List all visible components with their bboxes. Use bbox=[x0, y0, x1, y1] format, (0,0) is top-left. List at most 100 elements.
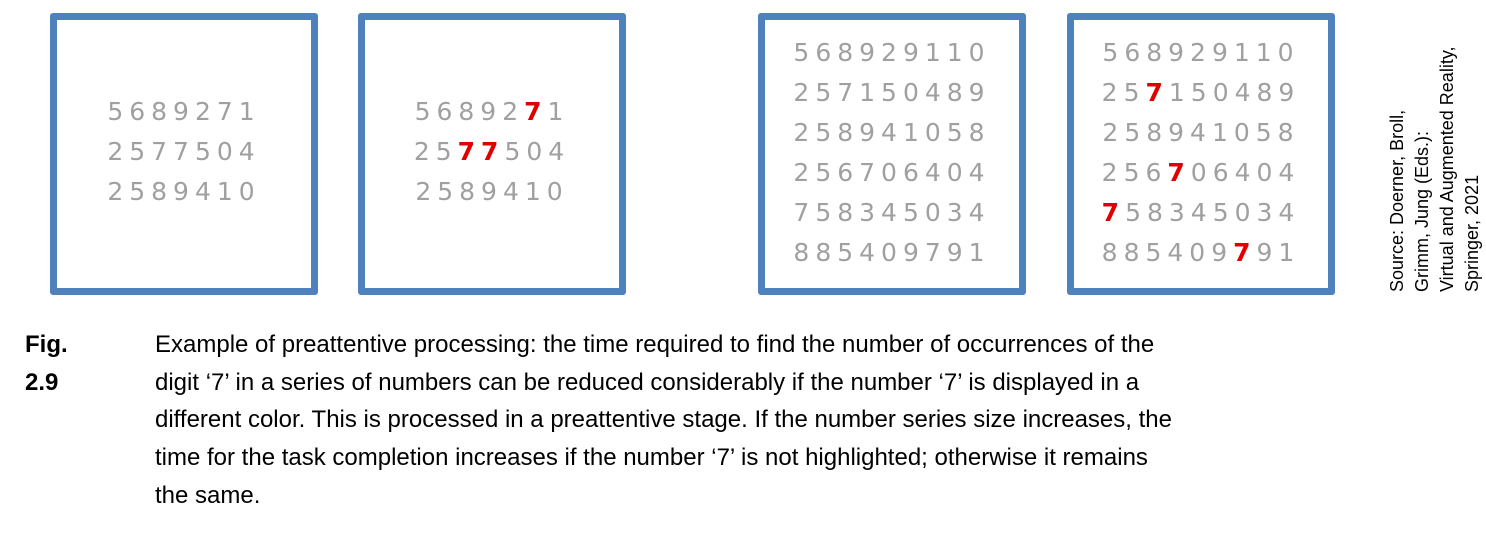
digit: 2 bbox=[1101, 78, 1124, 107]
digit: 4 bbox=[881, 198, 903, 227]
digit: 5 bbox=[815, 158, 838, 187]
digit: 0 bbox=[1212, 78, 1235, 107]
source-line: Springer, 2021 bbox=[1462, 174, 1482, 292]
digit-row: 568929110 bbox=[1074, 33, 1328, 73]
digit: 1 bbox=[1255, 38, 1278, 67]
digit: 1 bbox=[1233, 38, 1256, 67]
digit-row: 5689271 bbox=[365, 92, 619, 132]
source-line: Source: Doerner, Broll, bbox=[1387, 109, 1407, 292]
digit: 4 bbox=[548, 137, 571, 166]
digit: 1 bbox=[859, 78, 882, 107]
digit-row: 5689271 bbox=[57, 92, 311, 132]
digit: 0 bbox=[1234, 198, 1257, 227]
digit: 1 bbox=[924, 38, 947, 67]
digit: 0 bbox=[946, 158, 969, 187]
digit: 4 bbox=[1234, 158, 1257, 187]
digit: 7 bbox=[924, 238, 947, 267]
digit-row: 885409791 bbox=[1074, 233, 1328, 273]
digit: 1 bbox=[524, 177, 547, 206]
digit: 8 bbox=[837, 118, 860, 147]
digit-grid: 568929110 257150489 258941058 256706404 7583… bbox=[1074, 33, 1328, 273]
digit: 9 bbox=[480, 97, 503, 126]
digit: 6 bbox=[837, 158, 860, 187]
panel-small-highlighted: 5689271 2577504 2589410 bbox=[358, 13, 626, 295]
digit: 0 bbox=[1256, 158, 1279, 187]
digit-grid: 5689271 2577504 2589410 bbox=[57, 92, 311, 212]
digit: 4 bbox=[968, 158, 991, 187]
digit: 3 bbox=[1256, 198, 1279, 227]
digit: 8 bbox=[815, 238, 838, 267]
digit: 5 bbox=[437, 177, 460, 206]
digit: 2 bbox=[502, 97, 525, 126]
panel-large-highlighted: 568929110 257150489 258941058 256706404 7583… bbox=[1067, 13, 1335, 295]
digit: 2 bbox=[1190, 38, 1212, 67]
digit: 5 bbox=[1102, 38, 1125, 67]
digit: 1 bbox=[1168, 78, 1191, 107]
digit: 9 bbox=[968, 78, 991, 107]
digit: 8 bbox=[458, 97, 481, 126]
digit: 4 bbox=[968, 198, 991, 227]
digit: 9 bbox=[1211, 38, 1234, 67]
digit: 8 bbox=[968, 118, 991, 147]
digit: 6 bbox=[129, 97, 152, 126]
digit: 9 bbox=[902, 238, 925, 267]
digit: 5 bbox=[107, 97, 130, 126]
digit-grid: 5689271 2577504 2589410 bbox=[365, 92, 619, 212]
digit: 4 bbox=[1278, 158, 1301, 187]
digit: 5 bbox=[1123, 158, 1146, 187]
digit: 0 bbox=[1190, 158, 1213, 187]
digit: 5 bbox=[1212, 198, 1235, 227]
digit: 5 bbox=[129, 177, 152, 206]
digit-row: 257150489 bbox=[1074, 73, 1328, 113]
digit: 4 bbox=[881, 118, 903, 147]
digit: 5 bbox=[902, 198, 925, 227]
digit: 2 bbox=[793, 118, 816, 147]
digit: 9 bbox=[481, 177, 503, 206]
digit: 7 bbox=[793, 198, 816, 227]
digit-row: 885409791 bbox=[765, 233, 1019, 273]
digit: 2 bbox=[194, 97, 217, 126]
digit: 9 bbox=[1168, 118, 1191, 147]
digit: 8 bbox=[1123, 238, 1146, 267]
digit: 2 bbox=[1102, 118, 1125, 147]
panel-small-plain: 5689271 2577504 2589410 bbox=[50, 13, 318, 295]
digit: 5 bbox=[1125, 198, 1147, 227]
digit: 0 bbox=[526, 137, 549, 166]
digit: 5 bbox=[435, 137, 458, 166]
digit: 7 bbox=[151, 137, 174, 166]
panel-large-plain: 568929110 257150489 258941058 256706404 7583… bbox=[758, 13, 1026, 295]
digit: 6 bbox=[1124, 38, 1147, 67]
digit: 8 bbox=[1146, 198, 1169, 227]
digit: 9 bbox=[859, 38, 882, 67]
digit: 0 bbox=[1233, 118, 1256, 147]
digit-row: 257150489 bbox=[765, 73, 1019, 113]
digit: 5 bbox=[1190, 78, 1213, 107]
digit: 4 bbox=[1234, 78, 1257, 107]
digit: 5 bbox=[815, 198, 838, 227]
digit: 1 bbox=[946, 38, 969, 67]
digit: 9 bbox=[902, 38, 925, 67]
digit: 2 bbox=[107, 177, 130, 206]
digit: 5 bbox=[1124, 118, 1147, 147]
digit-row: 256706404 bbox=[1074, 153, 1328, 193]
digit: 6 bbox=[815, 38, 838, 67]
digit: 5 bbox=[881, 78, 903, 107]
caption-line: different color. This is processed in a … bbox=[155, 406, 1172, 434]
digit: 1 bbox=[968, 238, 991, 267]
digit: 8 bbox=[1256, 78, 1279, 107]
highlighted-digit: 7 bbox=[457, 137, 482, 166]
highlighted-digit: 7 bbox=[1145, 78, 1169, 107]
digit: 9 bbox=[173, 177, 195, 206]
digit: 0 bbox=[1277, 38, 1300, 67]
digit: 9 bbox=[1168, 38, 1191, 67]
digit: 5 bbox=[946, 118, 969, 147]
caption-text: Example of preattentive processing: the … bbox=[155, 326, 1172, 515]
digit: 0 bbox=[924, 118, 947, 147]
caption-line: digit ‘7’ in a series of numbers can be … bbox=[155, 368, 1140, 396]
digit: 5 bbox=[414, 97, 437, 126]
digit: 9 bbox=[173, 97, 195, 126]
digit: 1 bbox=[547, 97, 570, 126]
highlighted-digit: 7 bbox=[1167, 158, 1191, 187]
digit: 3 bbox=[1168, 198, 1191, 227]
digit: 8 bbox=[151, 97, 174, 126]
